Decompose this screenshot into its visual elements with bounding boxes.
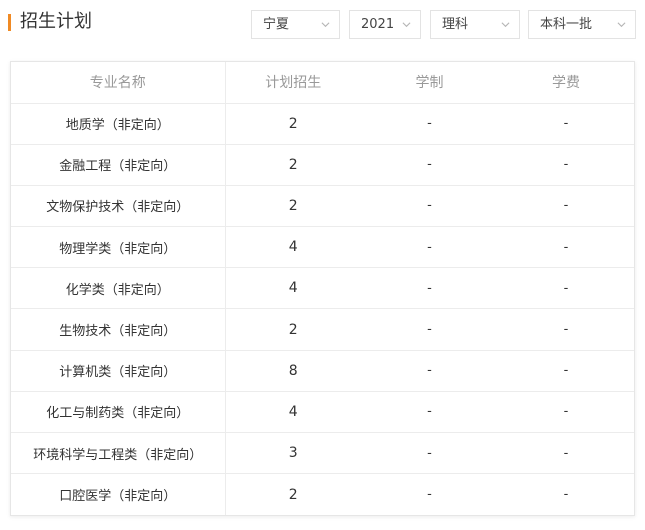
cell-duration: - <box>361 267 498 310</box>
cell-major: 化学类（非定向） <box>11 267 226 310</box>
cell-fee: - <box>498 144 634 186</box>
table-row: 物理学类（非定向） 4 - - <box>11 226 634 269</box>
column-header-major: 专业名称 <box>11 62 226 104</box>
table-row: 地质学（非定向） 2 - - <box>11 103 634 145</box>
province-select-value: 宁夏 <box>263 17 290 32</box>
province-select[interactable]: 宁夏 <box>251 10 340 39</box>
cell-fee: - <box>498 308 634 351</box>
table-row: 化工与制药类（非定向） 4 - - <box>11 391 634 434</box>
chevron-down-icon <box>402 22 411 28</box>
plan-table: 专业名称 计划招生 学制 学费 地质学（非定向） 2 - - 金融工程（非定向）… <box>11 62 634 515</box>
column-header-duration: 学制 <box>361 62 498 104</box>
cell-major: 计算机类（非定向） <box>11 350 226 392</box>
table-row: 金融工程（非定向） 2 - - <box>11 144 634 186</box>
cell-major: 口腔医学（非定向） <box>11 473 226 515</box>
subject-select[interactable]: 理科 <box>430 10 520 39</box>
enrollment-plan-table: 专业名称 计划招生 学制 学费 地质学（非定向） 2 - - 金融工程（非定向）… <box>10 61 635 516</box>
chevron-down-icon <box>321 22 330 28</box>
cell-fee: - <box>498 226 634 269</box>
cell-major: 文物保护技术（非定向） <box>11 185 226 228</box>
column-header-fee: 学费 <box>498 62 634 104</box>
cell-plan: 3 <box>225 432 361 475</box>
cell-major: 金融工程（非定向） <box>11 144 226 186</box>
table-row: 口腔医学（非定向） 2 - - <box>11 473 634 515</box>
cell-duration: - <box>361 103 498 145</box>
cell-plan: 4 <box>225 391 361 434</box>
cell-plan: 8 <box>225 350 361 392</box>
cell-plan: 2 <box>225 185 361 228</box>
cell-plan: 4 <box>225 226 361 269</box>
cell-fee: - <box>498 350 634 392</box>
cell-duration: - <box>361 226 498 269</box>
batch-select[interactable]: 本科一批 <box>528 10 636 39</box>
cell-major: 物理学类（非定向） <box>11 226 226 269</box>
cell-duration: - <box>361 432 498 475</box>
section-header: 招生计划 宁夏 2021 理科 本科一批 <box>0 0 645 46</box>
cell-plan: 2 <box>225 103 361 145</box>
cell-fee: - <box>498 391 634 434</box>
cell-major: 生物技术（非定向） <box>11 308 226 351</box>
cell-fee: - <box>498 267 634 310</box>
subject-select-value: 理科 <box>442 17 469 32</box>
batch-select-value: 本科一批 <box>540 17 593 32</box>
cell-major: 化工与制药类（非定向） <box>11 391 226 434</box>
cell-duration: - <box>361 144 498 186</box>
cell-duration: - <box>361 308 498 351</box>
cell-plan: 2 <box>288 486 298 503</box>
table-row: 环境科学与工程类（非定向） 3 - - <box>11 432 634 475</box>
table-row: 生物技术（非定向） 2 - - <box>11 308 634 351</box>
cell-fee: - <box>498 432 634 475</box>
cell-plan: 2 <box>225 308 361 351</box>
cell-major: 环境科学与工程类（非定向） <box>11 432 226 475</box>
cell-duration: - <box>361 185 498 228</box>
year-select-value: 2021 <box>361 17 395 32</box>
cell-fee: - <box>498 185 634 228</box>
cell-plan: 2 <box>225 144 361 186</box>
column-header-plan: 计划招生 <box>225 62 361 104</box>
table-row: 文物保护技术（非定向） 2 - - <box>11 185 634 228</box>
page-title: 招生计划 <box>20 11 92 32</box>
chevron-down-icon <box>617 22 626 28</box>
table-row: 化学类（非定向） 4 - - <box>11 267 634 310</box>
chevron-down-icon <box>501 22 510 28</box>
title-accent-bar <box>8 14 11 31</box>
year-select[interactable]: 2021 <box>349 10 421 39</box>
cell-duration: - <box>361 350 498 392</box>
cell-plan: 4 <box>225 267 361 310</box>
cell-duration: - <box>361 391 498 434</box>
table-row: 计算机类（非定向） 8 - - <box>11 350 634 392</box>
cell-major: 地质学（非定向） <box>11 103 226 145</box>
cell-fee: - <box>498 103 634 145</box>
cell-fee: - <box>563 487 569 503</box>
table-header-row: 专业名称 计划招生 学制 学费 <box>11 62 634 104</box>
cell-duration: - <box>427 487 432 503</box>
